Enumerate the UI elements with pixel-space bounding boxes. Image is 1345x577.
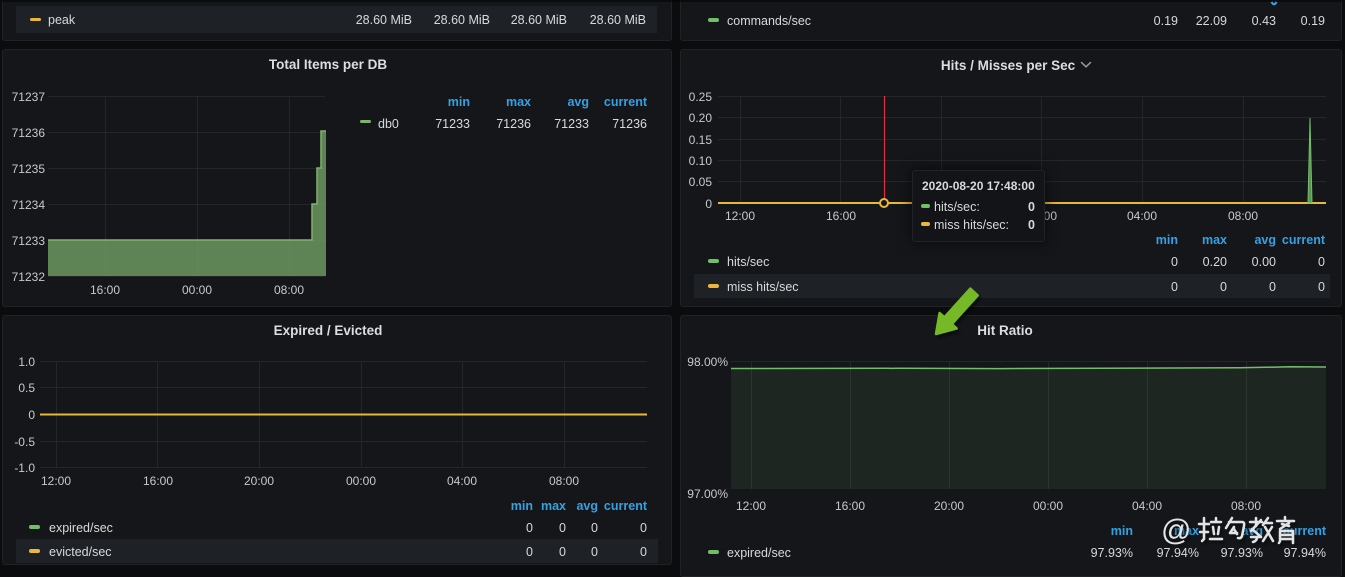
- svg-text:@: @: [1161, 514, 1191, 547]
